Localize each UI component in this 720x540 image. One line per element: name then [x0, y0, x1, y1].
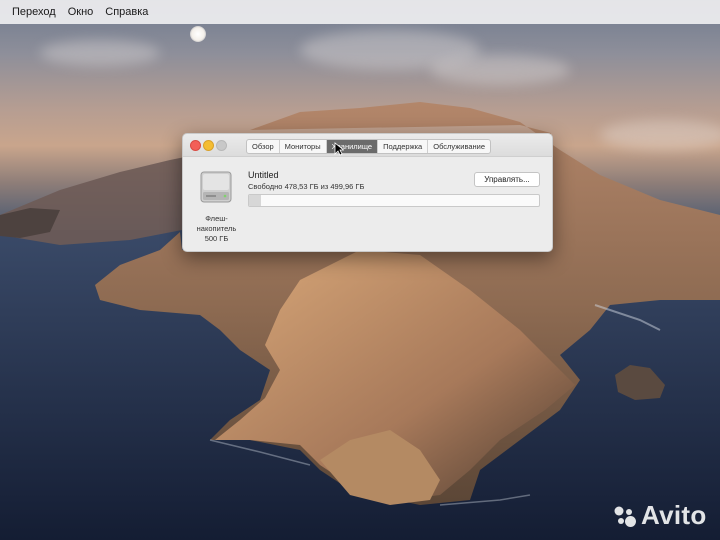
- about-this-mac-window: Обзор Мониторы Хранилище Поддержка Обслу…: [182, 133, 553, 252]
- watermark-text: Avito: [641, 500, 707, 530]
- tab-overview[interactable]: Обзор: [247, 140, 280, 153]
- zoom-button[interactable]: [216, 140, 227, 151]
- window-titlebar[interactable]: Обзор Мониторы Хранилище Поддержка Обслу…: [183, 134, 552, 157]
- storage-used-segment: [249, 195, 261, 206]
- watermark: Avito: [613, 500, 707, 531]
- drive-caption-line: Флеш-: [205, 214, 228, 223]
- hard-drive-icon: [199, 170, 233, 204]
- drive-caption-line: 500 ГБ: [204, 234, 229, 243]
- tab-service[interactable]: Обслуживание: [428, 140, 490, 153]
- manage-button[interactable]: Управлять...: [474, 172, 540, 187]
- mouse-cursor-icon: [334, 142, 344, 156]
- storage-usage-bar: [248, 194, 540, 207]
- minimize-button[interactable]: [203, 140, 214, 151]
- tab-bar: Обзор Мониторы Хранилище Поддержка Обслу…: [246, 139, 492, 154]
- tab-support[interactable]: Поддержка: [378, 140, 429, 153]
- volume-free-space: Свободно 478,53 ГБ из 499,96 ГБ: [248, 182, 365, 191]
- menu-help[interactable]: Справка: [105, 6, 148, 18]
- close-button[interactable]: [190, 140, 201, 151]
- menu-bar: Переход Окно Справка: [0, 0, 720, 24]
- menu-window[interactable]: Окно: [68, 6, 94, 18]
- island-landscape: [0, 102, 720, 540]
- tab-displays[interactable]: Мониторы: [280, 140, 327, 153]
- volume-name: Untitled: [248, 170, 279, 180]
- desktop-wallpaper: [0, 0, 720, 540]
- drive-caption: Флеш- накопитель 500 ГБ: [189, 214, 244, 244]
- drive-caption-line: накопитель: [196, 224, 237, 233]
- avito-logo-icon: [614, 506, 636, 527]
- menu-go[interactable]: Переход: [12, 6, 56, 18]
